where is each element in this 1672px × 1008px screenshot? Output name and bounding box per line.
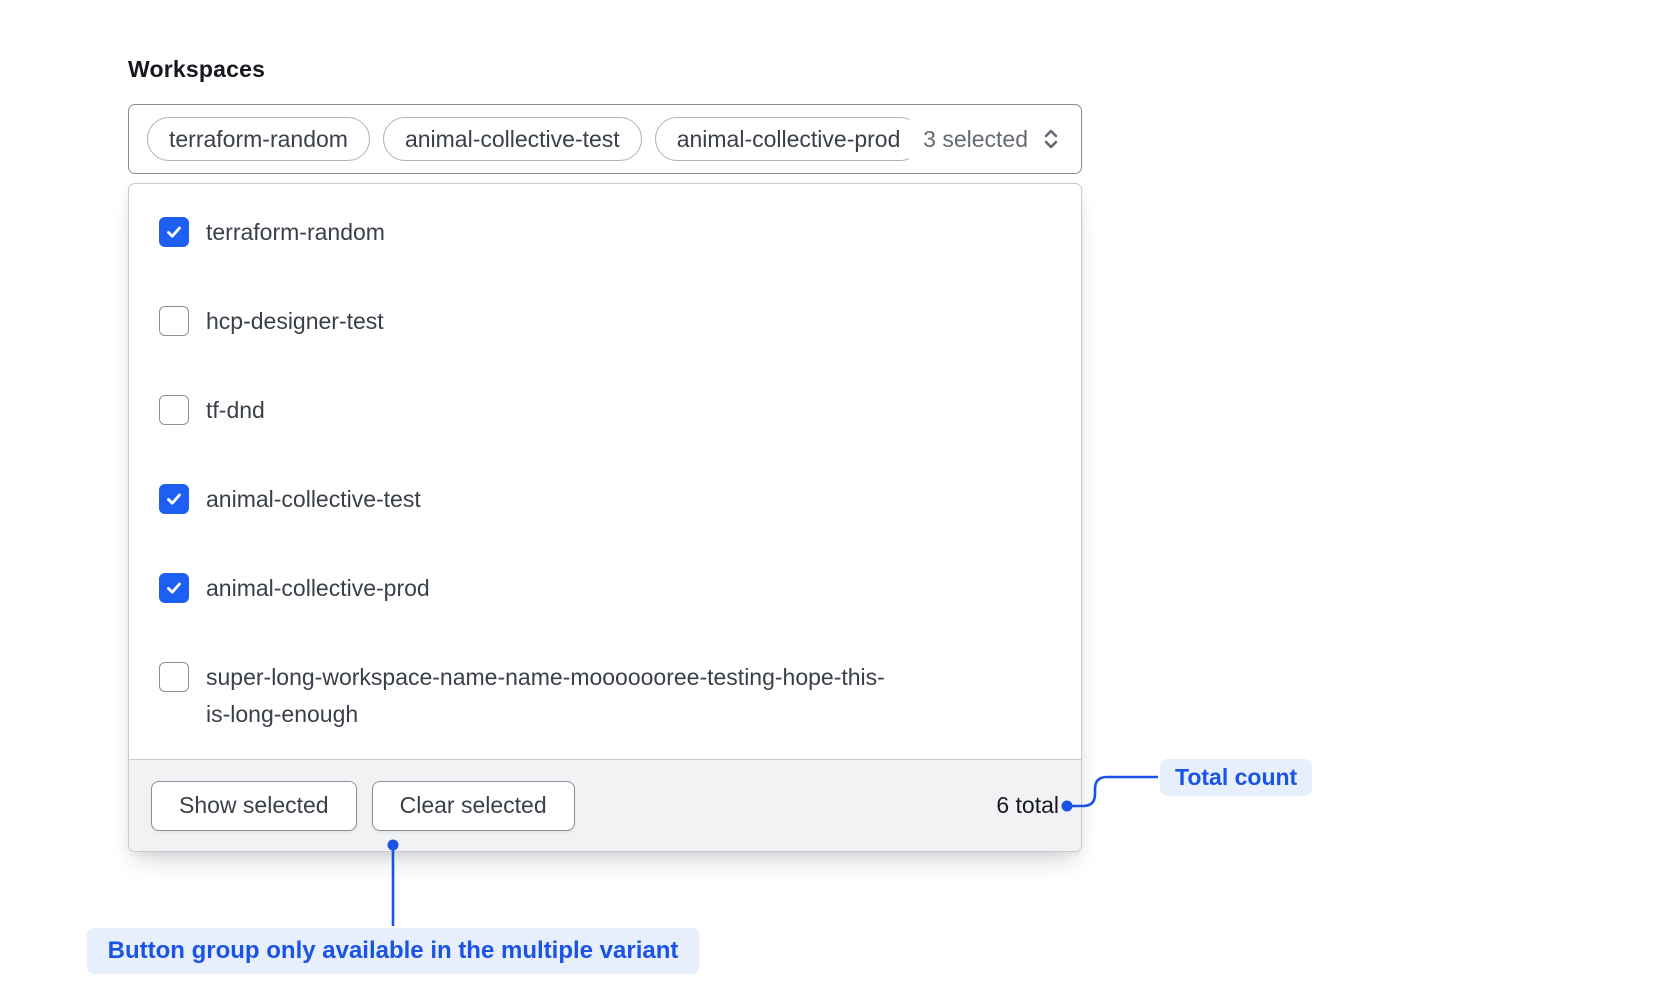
option-row[interactable]: animal-collective-prod <box>159 544 1051 633</box>
option-row[interactable]: animal-collective-test <box>159 455 1051 544</box>
selected-tag: terraform-random <box>147 117 370 161</box>
total-count-text: 6 total <box>996 792 1059 819</box>
annotation-button-group: Button group only available in the multi… <box>87 928 700 974</box>
option-checkbox[interactable] <box>159 662 189 692</box>
selected-count: 3 selected <box>923 126 1063 153</box>
option-label: terraform-random <box>206 214 385 251</box>
checkmark-icon <box>164 222 184 242</box>
option-row[interactable]: hcp-designer-test <box>159 277 1051 366</box>
chevron-up-down-icon <box>1039 126 1063 152</box>
show-selected-button[interactable]: Show selected <box>151 781 357 831</box>
selected-tag: animal-collective-test <box>383 117 642 161</box>
option-label: animal-collective-prod <box>206 570 430 607</box>
option-label: tf-dnd <box>206 392 265 429</box>
option-label: hcp-designer-test <box>206 303 384 340</box>
selected-count-text: 3 selected <box>923 126 1028 153</box>
clear-selected-button[interactable]: Clear selected <box>372 781 575 831</box>
option-checkbox[interactable] <box>159 306 189 336</box>
option-label: animal-collective-test <box>206 481 421 518</box>
option-label: super-long-workspace-name-name-moooooore… <box>206 659 896 733</box>
option-row[interactable]: tf-dnd <box>159 366 1051 455</box>
option-row[interactable]: terraform-random <box>159 188 1051 277</box>
option-row[interactable]: super-long-workspace-name-name-moooooore… <box>159 633 1051 759</box>
options-list: terraform-random hcp-designer-test <box>129 184 1081 759</box>
option-checkbox[interactable] <box>159 484 189 514</box>
workspaces-label: Workspaces <box>128 56 1082 83</box>
super-select-component: Workspaces terraform-random animal-collec… <box>128 56 1082 852</box>
multiselect-trigger[interactable]: terraform-random animal-collective-test an… <box>128 104 1082 174</box>
option-checkbox[interactable] <box>159 573 189 603</box>
selected-tag-rail: terraform-random animal-collective-test an… <box>147 117 909 161</box>
listbox-footer: Show selected Clear selected 6 total <box>129 759 1081 851</box>
annotation-total-count: Total count <box>1160 759 1312 796</box>
selected-tag: animal-collective-prod <box>655 117 909 161</box>
option-checkbox[interactable] <box>159 217 189 247</box>
checkmark-icon <box>164 578 184 598</box>
checkmark-icon <box>164 489 184 509</box>
dropdown-listbox: terraform-random hcp-designer-test <box>128 183 1082 852</box>
option-checkbox[interactable] <box>159 395 189 425</box>
